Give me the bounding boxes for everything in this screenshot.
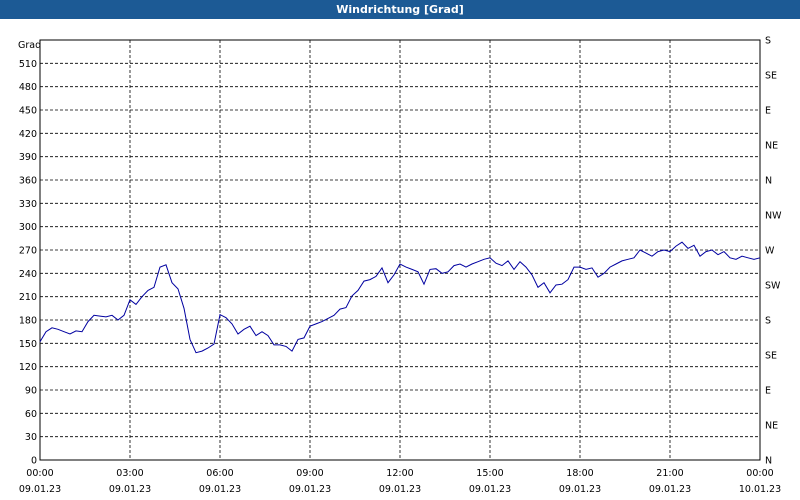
y-tick-label: 180 — [19, 316, 37, 327]
x-tick-date-label: 10.01.23 — [739, 484, 781, 495]
y2-compass-label: S — [765, 316, 771, 327]
x-tick-time-label: 06:00 — [206, 468, 233, 479]
x-tick-date-label: 09.01.23 — [199, 484, 241, 495]
x-tick-date-label: 09.01.23 — [649, 484, 691, 495]
y-tick-label: 150 — [19, 339, 37, 350]
axis-labels: 0 30 60 90 120 150 180 210 240 270 300 330 360 390 420… — [19, 36, 782, 496]
y2-compass-label: SE — [765, 71, 777, 82]
y2-compass-label: N — [765, 176, 772, 187]
x-tick-date-label: 09.01.23 — [379, 484, 421, 495]
y2-compass-label: NW — [765, 211, 782, 222]
y-tick-label: 450 — [19, 106, 37, 117]
y2-compass-label: E — [765, 386, 771, 397]
y-tick-label: 420 — [19, 129, 37, 140]
y-tick-label: 30 — [25, 432, 37, 443]
y2-compass-label: SE — [765, 351, 777, 362]
x-tick-time-label: 09:00 — [296, 468, 323, 479]
x-tick-time-label: 15:00 — [476, 468, 503, 479]
y-tick-label: 480 — [19, 82, 37, 93]
y2-compass-label: S — [765, 36, 771, 47]
wind-direction-chart: 0 30 60 90 120 150 180 210 240 270 300 330 360 390 420… — [18, 36, 782, 496]
x-tick-date-label: 09.01.23 — [289, 484, 331, 495]
x-tick-time-label: 03:00 — [116, 468, 143, 479]
x-tick-time-label: 21:00 — [656, 468, 683, 479]
y-tick-label: 0 — [31, 456, 37, 467]
y2-compass-label: NE — [765, 141, 778, 152]
x-tick-date-label: 09.01.23 — [19, 484, 61, 495]
y-tick-label: 60 — [25, 409, 37, 420]
x-tick-time-label: 18:00 — [566, 468, 593, 479]
y-tick-label: 270 — [19, 246, 37, 257]
y-tick-label: 240 — [19, 269, 37, 280]
y2-compass-label: E — [765, 106, 771, 117]
y2-compass-label: N — [765, 456, 772, 467]
y-tick-label: 360 — [19, 176, 37, 187]
y2-compass-label: W — [765, 246, 775, 257]
y-tick-label: 300 — [19, 222, 37, 233]
y-axis-title: Grad — [18, 40, 41, 51]
y-tick-label: 210 — [19, 292, 37, 303]
x-tick-date-label: 09.01.23 — [469, 484, 511, 495]
y-tick-label: 510 — [19, 59, 37, 70]
x-tick-date-label: 09.01.23 — [559, 484, 601, 495]
y-tick-label: 120 — [19, 362, 37, 373]
y-tick-label: 330 — [19, 199, 37, 210]
y-tick-label: 390 — [19, 152, 37, 163]
y2-compass-label: NE — [765, 421, 778, 432]
grid-lines — [40, 40, 760, 460]
y2-compass-label: SW — [765, 281, 781, 292]
x-tick-time-label: 00:00 — [746, 468, 773, 479]
x-tick-date-label: 09.01.23 — [109, 484, 151, 495]
x-tick-time-label: 00:00 — [26, 468, 53, 479]
x-tick-time-label: 12:00 — [386, 468, 413, 479]
y-tick-label: 90 — [25, 386, 37, 397]
